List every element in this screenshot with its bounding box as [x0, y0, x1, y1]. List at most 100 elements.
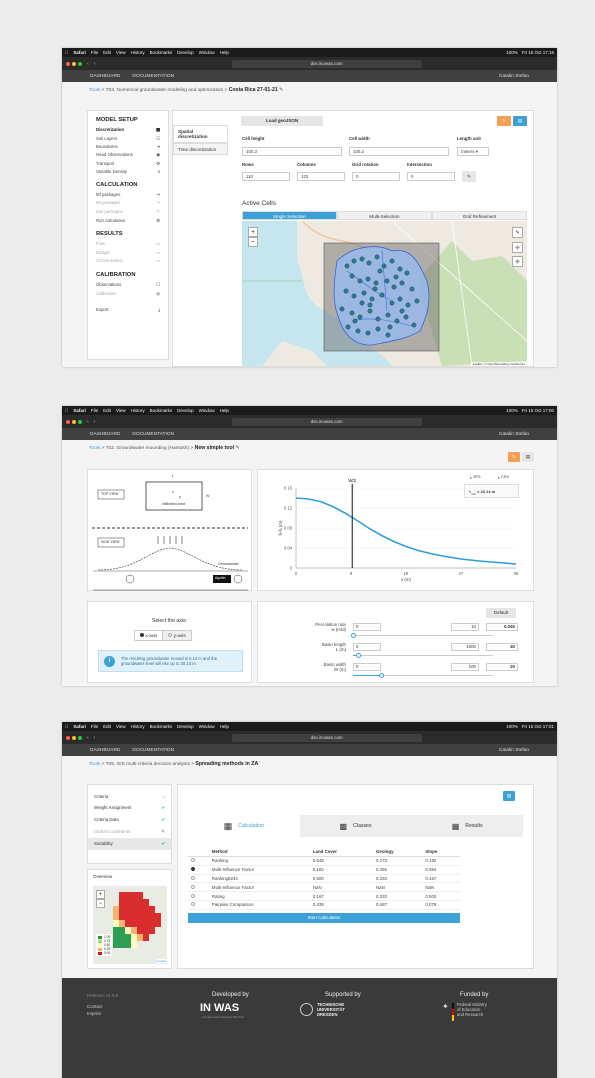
well-marker[interactable]: [345, 324, 351, 330]
step-item[interactable]: Criteria ⌂: [88, 791, 171, 802]
well-marker[interactable]: [373, 280, 379, 286]
max-input[interactable]: 1000: [451, 643, 479, 651]
menu-history[interactable]: History: [131, 408, 145, 413]
back-icon[interactable]: ‹: [87, 419, 89, 425]
close-icon[interactable]: [66, 61, 70, 66]
default-button[interactable]: Default: [486, 608, 516, 618]
user-menu[interactable]: Catalin Stefan: [499, 748, 529, 753]
address-bar[interactable]: dss.inowas.com: [231, 59, 422, 68]
zoom-out-button[interactable]: −: [248, 237, 258, 247]
well-marker[interactable]: [403, 314, 409, 320]
zoom-out-button[interactable]: −: [96, 899, 105, 908]
sidebar-item[interactable]: Discretization ▦: [88, 126, 168, 135]
table-row[interactable]: Rating 0.167 0.333 0.500: [188, 891, 460, 901]
subnav-time[interactable]: Time discretization: [173, 143, 228, 155]
row-radio[interactable]: [191, 893, 195, 898]
contact-link[interactable]: Contact: [87, 1004, 103, 1009]
download-csv[interactable]: ⤓ CSV: [498, 474, 509, 479]
menu-file[interactable]: File: [91, 50, 98, 55]
min-input[interactable]: 0: [353, 643, 381, 651]
well-marker[interactable]: [361, 290, 367, 296]
menu-edit[interactable]: Edit: [103, 408, 111, 413]
minimize-icon[interactable]: [72, 419, 76, 424]
menu-help[interactable]: Help: [220, 724, 229, 729]
well-marker[interactable]: [366, 260, 372, 266]
max-input[interactable]: 10: [451, 623, 479, 631]
menu-develop[interactable]: Develop: [177, 724, 194, 729]
length-unit-select[interactable]: meters ▾: [457, 147, 489, 156]
map[interactable]: + − ✎ ◈ ◈ Leaflet | © OpenStreetMap cont…: [242, 221, 527, 366]
well-marker[interactable]: [411, 322, 417, 328]
app-name[interactable]: Safari: [73, 724, 86, 729]
zoom-in-button[interactable]: +: [248, 227, 258, 237]
well-marker[interactable]: [409, 286, 415, 292]
well-marker[interactable]: [397, 266, 403, 272]
layers-icon-2[interactable]: ◈: [512, 256, 523, 267]
table-row[interactable]: Multi-Influence Factor NaN NaN NaN: [188, 882, 460, 893]
slider-track[interactable]: [353, 673, 493, 678]
sidebar-item[interactable]: Budget ▭: [88, 249, 168, 258]
table-row[interactable]: Ranking 0.545 0.273 0.182: [188, 856, 460, 866]
layers-icon[interactable]: ◈: [512, 242, 523, 253]
apple-icon[interactable]: : [65, 408, 68, 413]
well-marker[interactable]: [389, 258, 395, 264]
sidebar-item[interactable]: Mf packages ↪: [88, 191, 168, 200]
crumb-tools[interactable]: Tools: [89, 88, 100, 93]
menu-view[interactable]: View: [116, 408, 126, 413]
well-marker[interactable]: [375, 316, 381, 322]
well-marker[interactable]: [404, 270, 410, 276]
row-radio[interactable]: [191, 867, 195, 872]
well-marker[interactable]: [357, 314, 363, 320]
nav-dashboard[interactable]: DASHBOARD: [90, 748, 120, 753]
nav-documentation[interactable]: DOCUMENTATION: [132, 432, 174, 437]
well-marker[interactable]: [377, 268, 383, 274]
step-item[interactable]: Global Constraints ✎: [88, 826, 171, 838]
min-input[interactable]: 0: [353, 663, 381, 671]
menu-bookmarks[interactable]: Bookmarks: [150, 724, 173, 729]
menu-develop[interactable]: Develop: [177, 408, 194, 413]
sidebar-item[interactable]: Observations ☐: [88, 281, 168, 290]
load-geojson-button[interactable]: Load geoJSON: [241, 116, 323, 126]
sidebar-item[interactable]: Variable Density ≡: [88, 168, 168, 176]
user-menu[interactable]: Catalin Stefan: [499, 432, 529, 437]
value-input[interactable]: 40: [486, 643, 518, 651]
apple-icon[interactable]: : [65, 50, 68, 55]
value-input[interactable]: 0.045: [486, 623, 518, 631]
menu-bookmarks[interactable]: Bookmarks: [150, 408, 173, 413]
well-marker[interactable]: [365, 276, 371, 282]
download-jpg[interactable]: ⤓ JPG: [470, 474, 481, 479]
slider-handle[interactable]: [378, 673, 384, 678]
menu-help[interactable]: Help: [220, 408, 229, 413]
sidebar-item[interactable]: Transport ⚙: [88, 159, 168, 168]
well-marker[interactable]: [384, 278, 390, 284]
well-marker[interactable]: [394, 318, 400, 324]
y-axis-option[interactable]: y-axis: [162, 631, 191, 640]
tab-multi-selection[interactable]: Multi-Selection: [337, 211, 432, 220]
well-marker[interactable]: [367, 302, 373, 308]
well-marker[interactable]: [389, 300, 395, 306]
well-marker[interactable]: [343, 288, 349, 294]
menu-view[interactable]: View: [116, 50, 126, 55]
subnav-spatial[interactable]: Spatial discretization: [173, 125, 228, 143]
row-radio[interactable]: [191, 875, 195, 880]
well-marker[interactable]: [339, 306, 345, 312]
app-name[interactable]: Safari: [73, 50, 86, 55]
slider-track[interactable]: [351, 633, 493, 638]
nav-documentation[interactable]: DOCUMENTATION: [132, 748, 174, 753]
pencil-icon[interactable]: ✎: [235, 446, 239, 451]
forward-icon[interactable]: ›: [94, 61, 96, 67]
menu-file[interactable]: File: [91, 724, 98, 729]
table-row[interactable]: Ranking6234 0.500 0.333 0.167: [188, 874, 460, 884]
close-icon[interactable]: [66, 735, 70, 740]
slider-handle[interactable]: [351, 633, 357, 638]
menu-view[interactable]: View: [116, 724, 126, 729]
menu-history[interactable]: History: [131, 50, 145, 55]
well-marker[interactable]: [344, 263, 350, 269]
well-marker[interactable]: [387, 324, 393, 330]
well-marker[interactable]: [357, 278, 363, 284]
well-marker[interactable]: [351, 258, 357, 264]
well-marker[interactable]: [349, 273, 355, 279]
rows-input[interactable]: 110: [242, 172, 290, 181]
tab-calculation[interactable]: ▦ Calculation: [188, 815, 300, 837]
x-axis-option[interactable]: x-axis: [135, 631, 163, 640]
